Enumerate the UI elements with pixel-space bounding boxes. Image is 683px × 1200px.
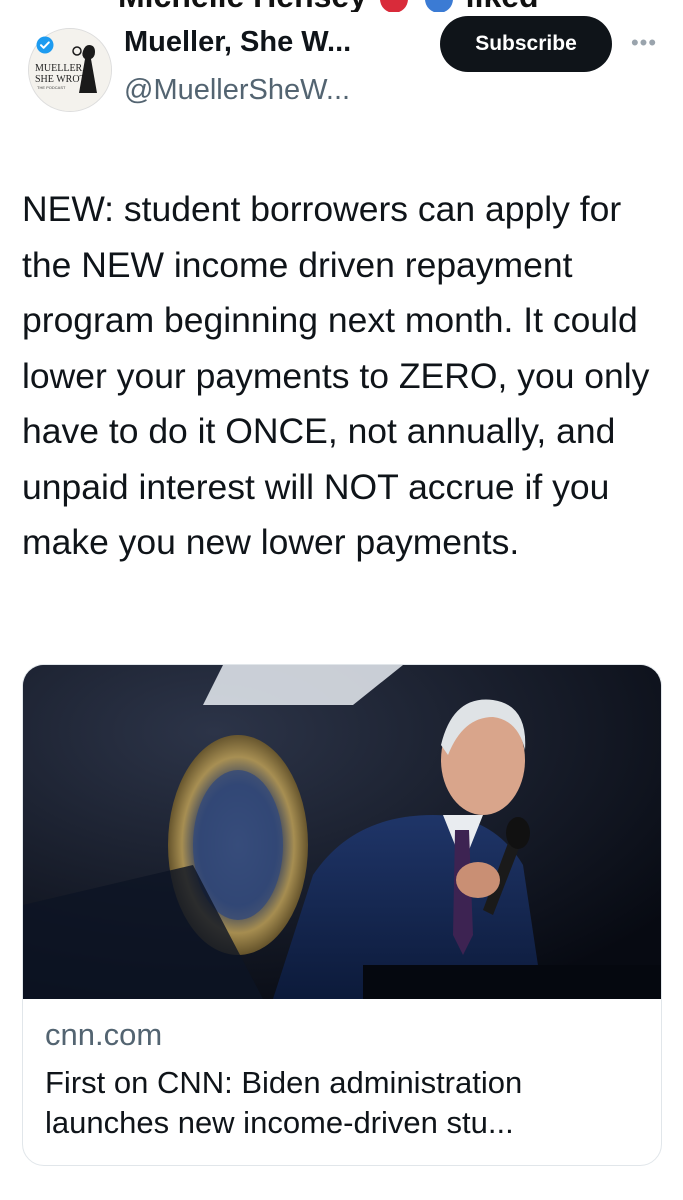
verified-badge-icon: [36, 36, 54, 54]
tweet-text: NEW: student borrowers can apply for the…: [22, 189, 650, 562]
author-display-name[interactable]: Mueller, She W...: [124, 26, 351, 59]
globe-emoji-icon: [424, 0, 453, 12]
liked-by-name: Michelle Hensey: [118, 0, 367, 12]
speaker-at-podium-photo: [23, 665, 661, 999]
author-handle[interactable]: @MuellerSheW...: [124, 74, 350, 107]
link-preview-image: [23, 665, 661, 999]
link-title[interactable]: First on CNN: Biden administration launc…: [45, 1063, 645, 1143]
more-options-icon[interactable]: •••: [624, 30, 664, 55]
svg-text:MUELLER,: MUELLER,: [35, 63, 85, 74]
link-preview-card[interactable]: cnn.com First on CNN: Biden administrati…: [22, 664, 662, 1166]
subscribe-button[interactable]: Subscribe: [440, 16, 612, 72]
liked-by-header: Michelle Hensey liked: [118, 0, 588, 12]
liked-label: liked: [466, 0, 539, 12]
svg-text:THE PODCAST: THE PODCAST: [37, 85, 66, 90]
link-domain: cnn.com: [45, 1017, 163, 1052]
heart-emoji-icon: [379, 0, 408, 12]
